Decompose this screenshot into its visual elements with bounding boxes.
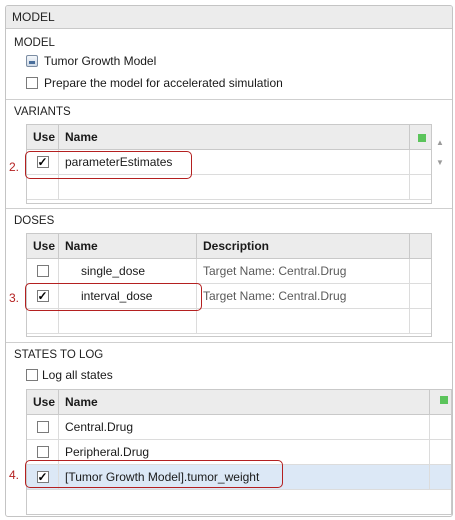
log-all-label: Log all states (42, 368, 113, 382)
doses-col-use[interactable]: Use (27, 234, 59, 258)
highlight-box (25, 460, 283, 488)
states-col-use[interactable]: Use (27, 390, 59, 414)
model-panel: MODEL MODEL Tumor Growth Model Prepare t… (5, 5, 453, 517)
dose-description: Target Name: Central.Drug (197, 259, 410, 283)
doses-col-description[interactable]: Description (197, 234, 410, 258)
states-table-header: Use Name (27, 390, 451, 415)
highlight-box (25, 151, 192, 179)
variants-col-name[interactable]: Name (59, 125, 410, 149)
empty-cell (197, 309, 410, 333)
doses-col-name[interactable]: Name (59, 234, 197, 258)
dose-description: Target Name: Central.Drug (197, 284, 410, 308)
status-indicator (418, 134, 426, 142)
empty-cell (59, 309, 197, 333)
use-checkbox[interactable] (36, 265, 49, 277)
variants-table-header: Use Name (27, 125, 431, 150)
accelerate-checkbox[interactable] (26, 77, 38, 89)
divider (6, 342, 452, 343)
model-name-row: Tumor Growth Model (26, 54, 156, 68)
status-indicator (440, 396, 448, 404)
step-marker: 3. (9, 291, 20, 305)
model-name: Tumor Growth Model (44, 54, 157, 68)
log-all-checkbox[interactable] (26, 369, 38, 381)
states-section-title: STATES TO LOG (14, 349, 104, 361)
variants-col-use[interactable]: Use (27, 125, 59, 149)
step-marker: 2. (9, 160, 20, 174)
panel-header: MODEL (6, 6, 452, 29)
accelerate-option[interactable]: Prepare the model for accelerated simula… (26, 76, 283, 90)
doses-row-use[interactable] (27, 259, 59, 283)
model-icon (26, 55, 38, 67)
highlight-box (25, 283, 202, 311)
doses-section-title: DOSES (14, 215, 55, 227)
empty-cell (27, 309, 59, 333)
scroll-down-icon[interactable]: ▼ (436, 158, 444, 167)
states-row-use[interactable] (27, 415, 59, 439)
use-checkbox[interactable] (36, 421, 49, 433)
divider (6, 99, 452, 100)
model-section-title: MODEL (14, 37, 55, 49)
step-marker: 4. (9, 468, 20, 482)
scroll-up-icon[interactable]: ▲ (436, 138, 444, 147)
accelerate-label: Prepare the model for accelerated simula… (44, 76, 283, 90)
table-row[interactable]: Central.Drug (27, 415, 451, 440)
dose-name: single_dose (59, 259, 197, 283)
table-row[interactable]: single_dose Target Name: Central.Drug (27, 259, 431, 284)
table-row-empty (27, 309, 431, 334)
state-name: Central.Drug (59, 415, 430, 439)
log-all-option[interactable]: Log all states (26, 368, 113, 382)
states-table: Use Name Central.Drug Peripheral.Drug [T… (26, 389, 452, 515)
use-checkbox[interactable] (36, 446, 49, 458)
divider (6, 208, 452, 209)
variants-section-title: VARIANTS (14, 106, 71, 118)
states-col-name[interactable]: Name (59, 390, 430, 414)
doses-table-header: Use Name Description (27, 234, 431, 259)
